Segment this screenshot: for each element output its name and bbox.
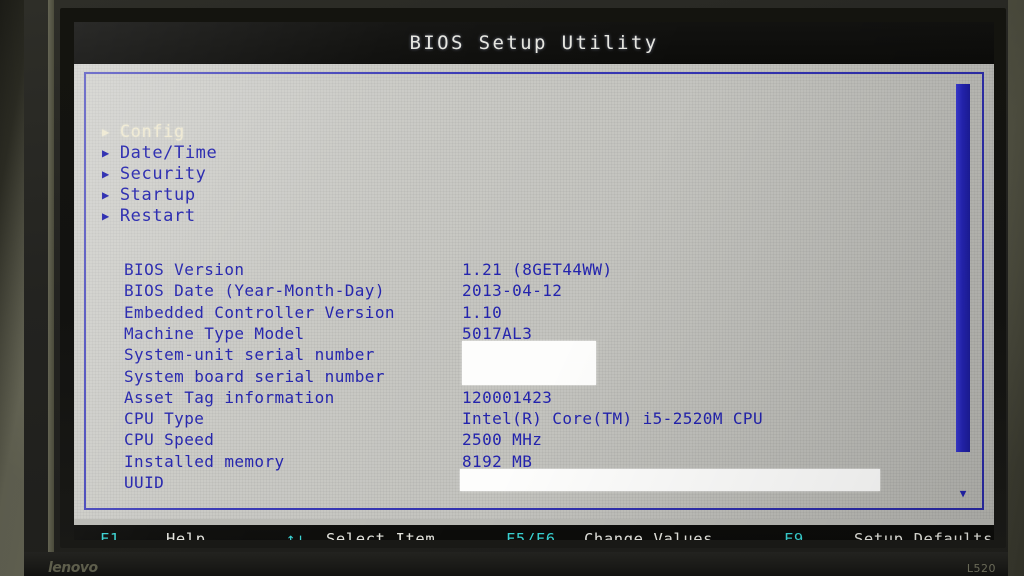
info-row-label: BIOS Version bbox=[124, 260, 245, 279]
menu-item-config[interactable]: ▶ Config bbox=[102, 122, 185, 142]
info-row-value: 1.10 bbox=[462, 302, 503, 322]
menu-item-label: Date/Time bbox=[119, 143, 218, 163]
bottom-bezel bbox=[24, 552, 1008, 576]
menu-item-label: Security bbox=[119, 164, 207, 184]
redacted-value-box bbox=[460, 469, 880, 491]
help-key: ↑↓ bbox=[286, 530, 306, 540]
info-row-label: CPU Type bbox=[124, 409, 205, 429]
submenu-arrow-icon: ▶ bbox=[102, 125, 110, 139]
help-key: F1 bbox=[100, 530, 120, 540]
scrollbar-thumb[interactable] bbox=[956, 84, 970, 452]
bios-main-panel: ▶ Config ▶ Date/Time ▶ Security ▶ Startup ▶ Resta… bbox=[74, 64, 994, 519]
info-row-label: CPU Speed bbox=[124, 430, 215, 450]
menu-item-startup[interactable]: ▶ Startup bbox=[102, 185, 196, 205]
info-row-label: Embedded Controller Version bbox=[124, 302, 395, 322]
lenovo-logo: lenovo bbox=[48, 560, 98, 576]
menu-item-label: Startup bbox=[119, 185, 196, 205]
info-row-value: 8192 MB bbox=[462, 451, 533, 471]
help-description: Select Item bbox=[326, 530, 436, 540]
lid-edge bbox=[48, 0, 54, 556]
info-row-value: 5017AL3 bbox=[462, 323, 533, 343]
help-bar-keys: F1 Help ↑↓ Select Item F5/F6 Change Values F9 S… bbox=[74, 525, 994, 540]
menu-item-date-time[interactable]: ▶ Date/Time bbox=[102, 143, 217, 163]
laptop-body: BIOS Setup Utility ▶ Config ▶ Date/Time ▶ Sec… bbox=[24, 0, 1008, 576]
vertical-scrollbar[interactable]: ▼ bbox=[956, 84, 970, 499]
redacted-value-box bbox=[462, 362, 596, 385]
model-label: L520 bbox=[966, 562, 996, 575]
submenu-arrow-icon: ▶ bbox=[102, 146, 110, 160]
help-key: F5/F6 bbox=[506, 530, 556, 540]
menu-item-security[interactable]: ▶ Security bbox=[102, 164, 207, 184]
menu-item-label: Config bbox=[119, 122, 185, 142]
submenu-arrow-icon: ▶ bbox=[102, 209, 110, 223]
bios-titlebar: BIOS Setup Utility bbox=[74, 22, 994, 64]
page-title: BIOS Setup Utility bbox=[409, 32, 659, 54]
menu-item-restart[interactable]: ▶ Restart bbox=[102, 206, 196, 226]
info-row-label: Asset Tag information bbox=[124, 387, 335, 407]
bios-content: ▶ Config ▶ Date/Time ▶ Security ▶ Startup ▶ Resta… bbox=[74, 64, 994, 519]
info-row-label: UUID bbox=[124, 473, 165, 492]
redacted-value-box bbox=[462, 341, 596, 364]
info-row-value: 2013-04-12 bbox=[462, 281, 563, 301]
submenu-arrow-icon: ▶ bbox=[102, 167, 110, 181]
info-row-label: System board serial number bbox=[124, 366, 385, 386]
menu-item-label: Restart bbox=[119, 206, 196, 226]
help-description: Change Values bbox=[584, 530, 714, 540]
info-row-value: 120001423 bbox=[462, 387, 553, 407]
info-row-label: BIOS Date (Year-Month-Day) bbox=[124, 281, 385, 301]
info-row-label: Machine Type Model bbox=[124, 323, 305, 343]
scroll-down-arrow-icon[interactable]: ▼ bbox=[956, 486, 970, 500]
info-row-label: System-unit serial number bbox=[124, 345, 375, 365]
info-row-value: Intel(R) Core(TM) i5-2520M CPU bbox=[462, 409, 763, 429]
help-description: Setup Defaults bbox=[854, 530, 994, 540]
info-row-label: Installed memory bbox=[124, 451, 285, 471]
info-row-value: 2500 MHz bbox=[462, 430, 543, 450]
help-description: Help bbox=[166, 530, 206, 540]
submenu-arrow-icon: ▶ bbox=[102, 188, 110, 202]
lcd-screen: BIOS Setup Utility ▶ Config ▶ Date/Time ▶ Sec… bbox=[74, 22, 994, 540]
help-key: F9 bbox=[784, 530, 804, 540]
info-row-value: 1.21 (8GET44WW) bbox=[462, 260, 613, 279]
